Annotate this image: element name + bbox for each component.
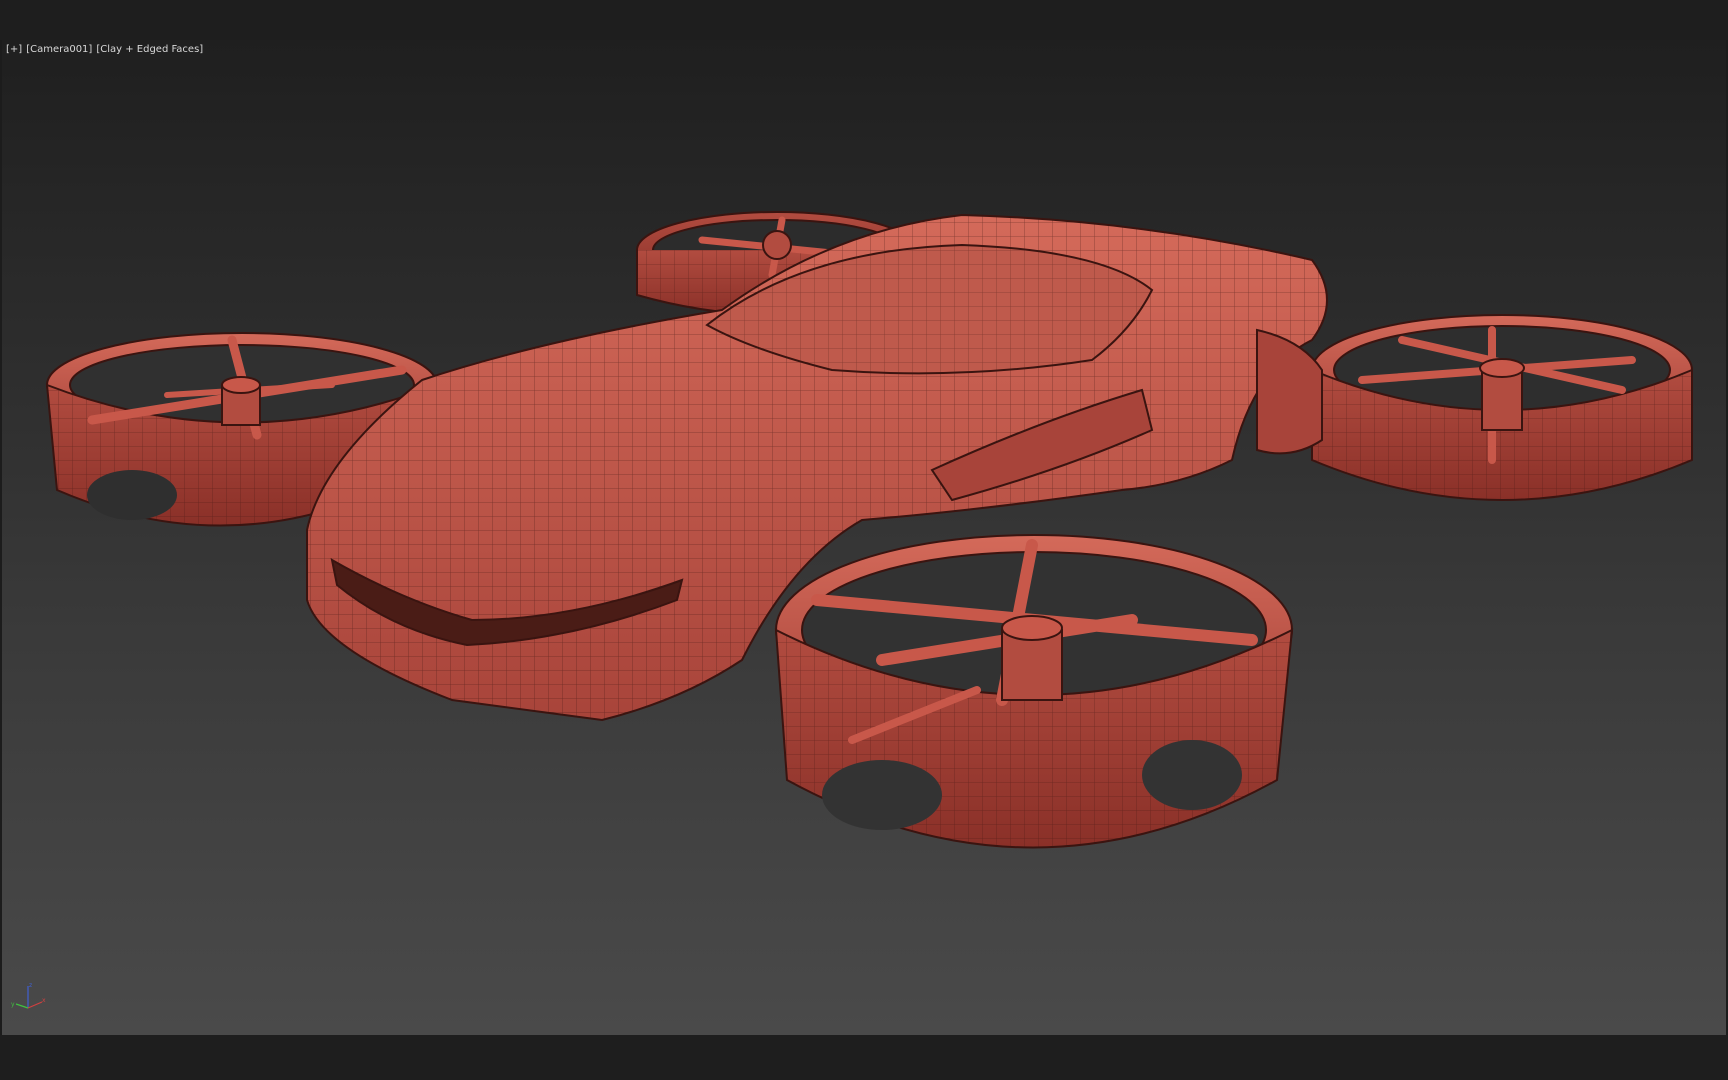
viewport-camera001[interactable]: [+] [Camera001] [Clay + Edged Faces] z x… [2,40,1726,1035]
axis-y-label: y [11,1001,15,1008]
axis-x-label: x [42,997,46,1004]
axis-z-label: z [29,982,32,989]
rotor-front-right [774,534,1294,849]
bottom-status-strip [0,1035,1728,1080]
axis-tripod: z x y [11,982,46,1009]
model-scene[interactable] [2,40,1726,1035]
rotor-rear-right [1311,314,1693,501]
top-toolbar-strip [0,0,1728,40]
